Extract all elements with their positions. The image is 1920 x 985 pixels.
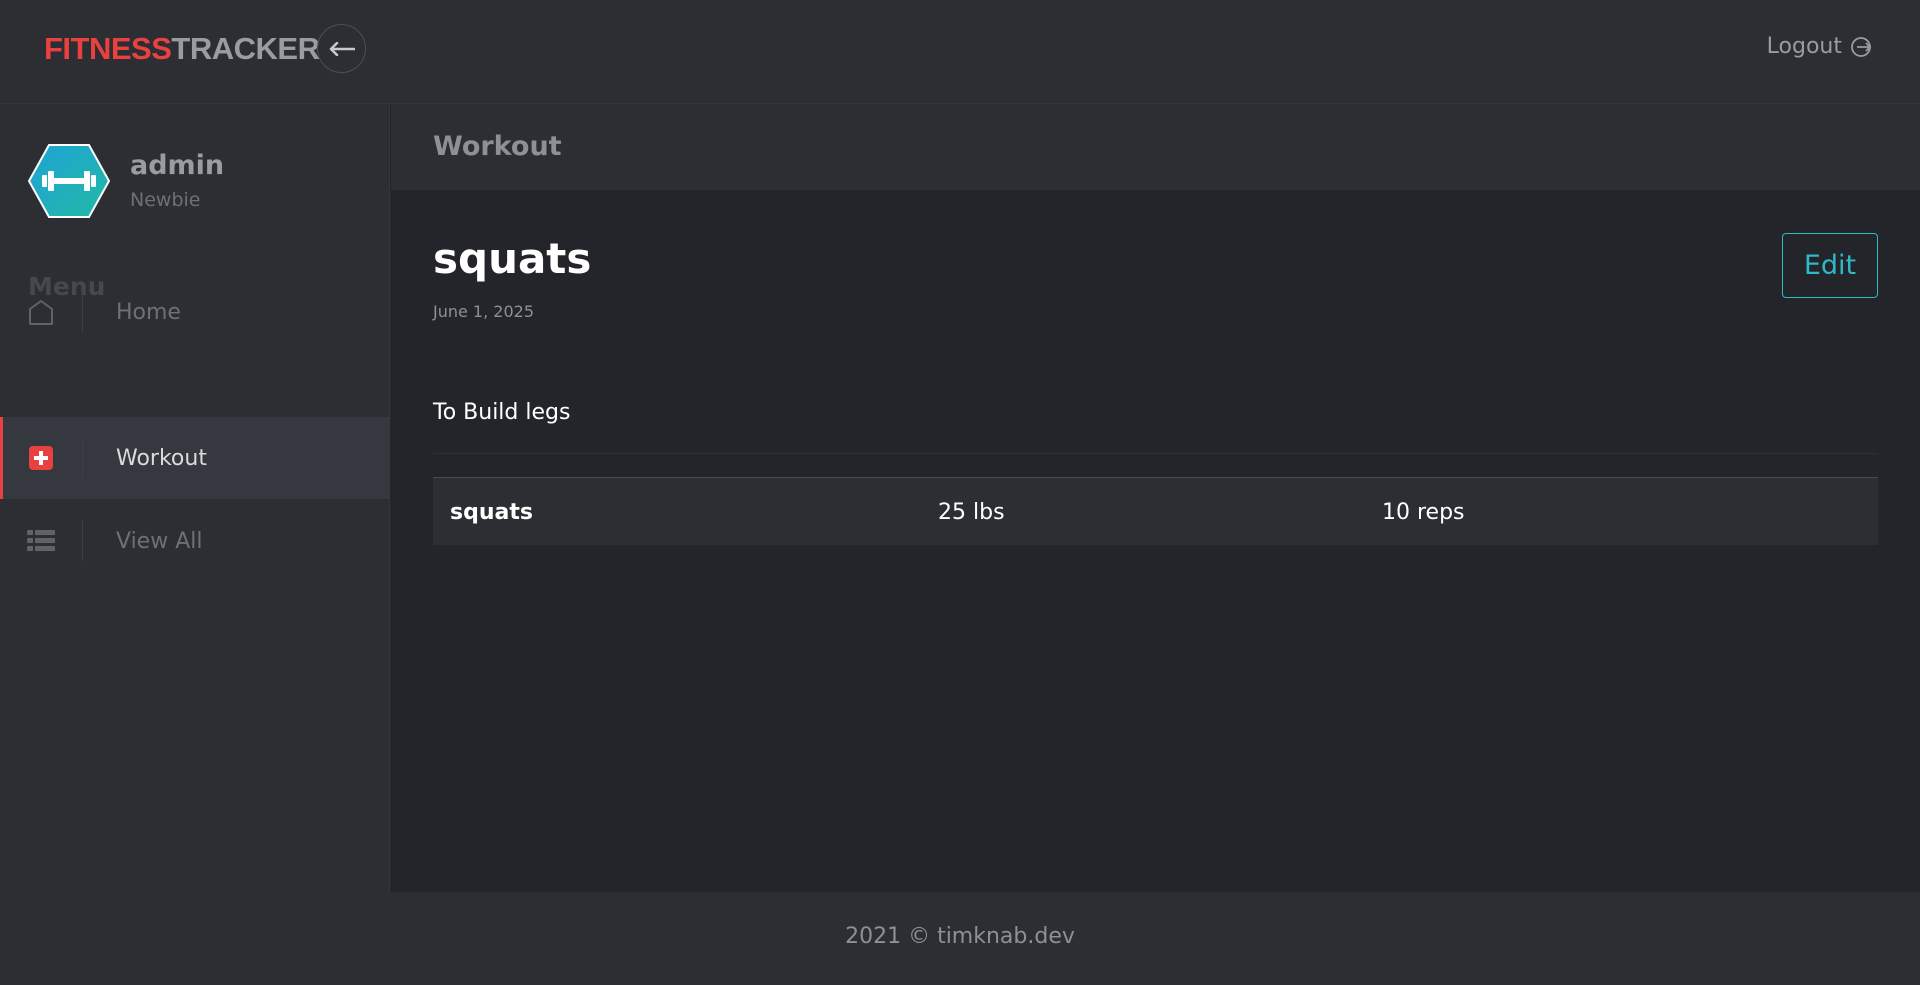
user-name: admin [130,150,225,181]
menu-separator [82,438,83,478]
list-icon [0,530,82,552]
logo-part-fitness: FITNESS [44,31,172,66]
sidebar-item-home[interactable]: Home [0,271,390,353]
logo-part-tracker: TRACKER [171,31,320,66]
sidebar-item-workout[interactable]: Workout [0,417,390,499]
menu-separator [82,292,83,332]
exercise-name: squats [450,500,533,525]
menu-separator [82,521,83,561]
edit-button[interactable]: Edit [1782,233,1878,298]
user-role: Newbie [130,189,201,211]
plus-square-icon [0,445,82,471]
home-icon [0,298,82,326]
sidebar-item-label: Workout [116,445,207,471]
page-header: Workout [391,104,1920,190]
footer-text: 2021 © timknab.dev [845,924,1075,949]
sidebar: admin Newbie Menu Home Workout View All [0,104,390,892]
logout-icon [1851,36,1872,57]
table-row: squats 25 lbs 10 reps [433,477,1878,545]
sidebar-item-label: Home [116,299,181,325]
avatar [27,144,111,218]
arrow-left-icon [329,41,355,56]
dumbbell-avatar-icon [27,144,111,218]
exercise-weight: 25 lbs [938,500,1005,525]
workout-title: squats [433,234,592,283]
back-button[interactable] [317,24,366,73]
logout-label: Logout [1766,34,1842,59]
divider [433,453,1878,454]
exercise-reps: 10 reps [1382,500,1465,525]
workout-date: June 1, 2025 [433,302,534,321]
sidebar-item-view-all[interactable]: View All [0,500,390,582]
logout-button[interactable]: Logout [1767,34,1872,59]
page-title: Workout [433,131,562,162]
app-logo[interactable]: FITNESSTRACKER [44,31,320,67]
workout-description: To Build legs [433,400,571,425]
sidebar-item-label: View All [116,528,203,554]
footer: 2021 © timknab.dev [0,892,1920,985]
top-bar: FITNESSTRACKER Logout [0,0,1920,104]
